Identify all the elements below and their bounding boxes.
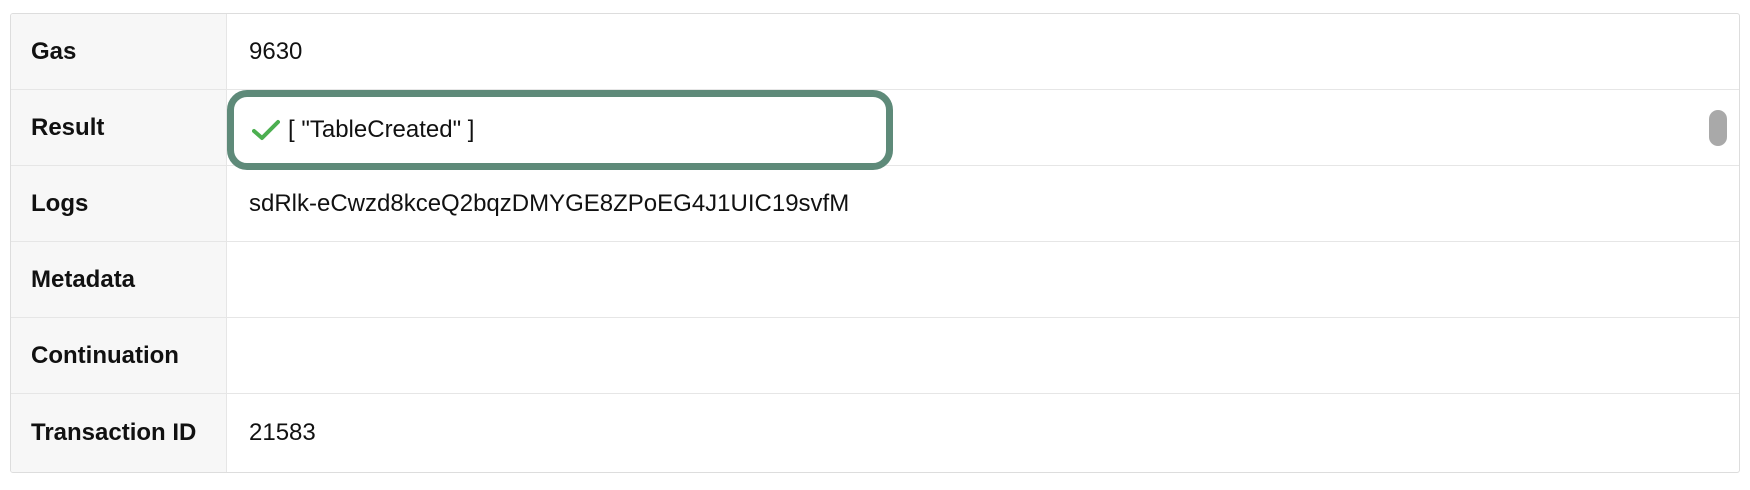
check-icon xyxy=(252,120,280,140)
gas-value: 9630 xyxy=(249,37,303,65)
result-value: [ "TableCreated" ] xyxy=(288,116,475,143)
metadata-label: Metadata xyxy=(11,242,227,317)
continuation-label: Continuation xyxy=(11,318,227,393)
result-scrollbar[interactable] xyxy=(1709,110,1727,146)
logs-value: sdRlk-eCwzd8kceQ2bqzDMYGE8ZPoEG4J1UIC19s… xyxy=(249,189,850,217)
row-continuation: Continuation xyxy=(11,318,1739,394)
row-metadata: Metadata xyxy=(11,242,1739,318)
row-logs: Logs sdRlk-eCwzd8kceQ2bqzDMYGE8ZPoEG4J1U… xyxy=(11,166,1739,242)
row-transaction-id: Transaction ID 21583 xyxy=(11,394,1739,472)
result-value-cell: [ "TableCreated" ] xyxy=(227,90,1739,170)
transaction-id-label: Transaction ID xyxy=(11,394,227,472)
result-label: Result xyxy=(11,90,227,165)
continuation-value xyxy=(227,318,1739,393)
logs-label: Logs xyxy=(11,166,227,241)
transaction-id-value: 21583 xyxy=(249,419,316,446)
result-highlight-box: [ "TableCreated" ] xyxy=(227,90,893,170)
transaction-details-table: Gas 9630 Result [ "TableCreated" ] Logs … xyxy=(10,13,1740,473)
metadata-value xyxy=(227,242,1739,317)
row-result: Result [ "TableCreated" ] xyxy=(11,90,1739,170)
gas-label: Gas xyxy=(11,14,227,89)
row-gas: Gas 9630 xyxy=(11,14,1739,90)
